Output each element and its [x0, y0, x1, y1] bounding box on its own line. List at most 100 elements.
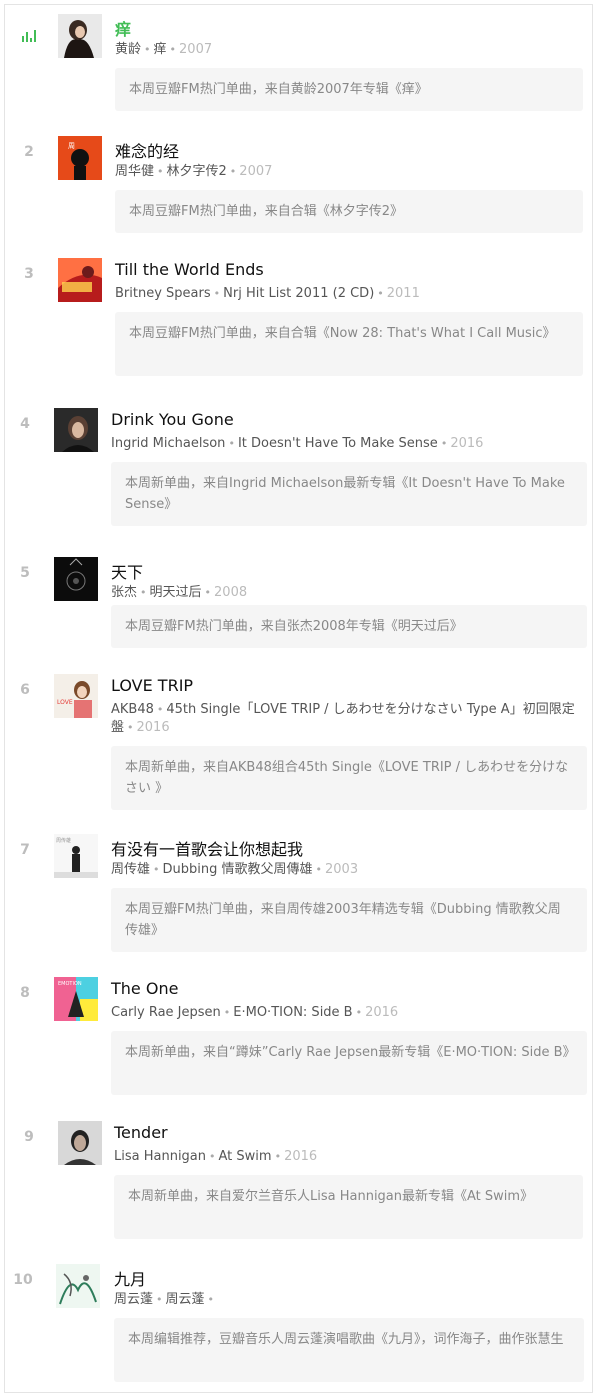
song-meta: 黄龄 • 痒 • 2007: [115, 41, 586, 59]
separator-dot: •: [127, 721, 134, 734]
release-year: 2007: [179, 42, 213, 57]
song-meta: Carly Rae Jepsen • E·MO·TION: Side B • 2016: [111, 1004, 586, 1022]
song-meta: 周云蓬 • 周云蓬 •: [114, 1291, 586, 1309]
separator-dot: •: [153, 863, 160, 876]
release-year: 2016: [136, 720, 170, 735]
recommendation-note: 本周豆瓣FM热门单曲，来自黄龄2007年专辑《痒》: [115, 68, 583, 111]
release-year: 2016: [284, 1149, 318, 1164]
rank-number: 5: [20, 565, 30, 581]
album-link[interactable]: 45th Single「LOVE TRIP / しあわせを分けなさい Type …: [111, 702, 575, 735]
separator-dot: •: [440, 437, 448, 450]
rank-number: 8: [20, 985, 30, 1001]
song-title[interactable]: Tender: [114, 1123, 168, 1142]
album-cover-icon[interactable]: [58, 14, 102, 58]
separator-dot: •: [377, 287, 384, 300]
album-link[interactable]: Dubbing 情歌教父周傳雄: [163, 862, 313, 877]
song-meta: Lisa Hannigan • At Swim • 2016: [114, 1148, 586, 1166]
separator-dot: •: [157, 165, 164, 178]
separator-dot: •: [156, 703, 164, 716]
separator-dot: •: [207, 1293, 215, 1306]
song-title[interactable]: Drink You Gone: [111, 410, 234, 429]
album-link[interactable]: 周云蓬: [166, 1292, 205, 1307]
song-title[interactable]: The One: [111, 979, 178, 998]
song-meta: 张杰 • 明天过后 • 2008: [111, 584, 586, 602]
separator-dot: •: [223, 1006, 231, 1019]
svg-text:LOVE: LOVE: [57, 699, 73, 706]
artist-link[interactable]: 黄龄: [115, 42, 141, 57]
recommendation-note: 本周豆瓣FM热门单曲，来自周传雄2003年精选专辑《Dubbing 情歌教父周传…: [111, 888, 587, 952]
song-title[interactable]: 天下: [111, 559, 143, 583]
rank-number: 6: [20, 682, 30, 698]
album-cover-icon[interactable]: 周传雄: [54, 834, 98, 878]
album-cover-icon[interactable]: [56, 1264, 100, 1308]
album-cover-icon[interactable]: [58, 258, 102, 302]
rank-number: 7: [20, 842, 30, 858]
separator-dot: •: [169, 43, 177, 56]
separator-dot: •: [274, 1150, 282, 1163]
release-year: 2007: [239, 164, 273, 179]
recommendation-note: 本周编辑推荐，豆瓣音乐人周云蓬演唱歌曲《九月》，词作海子，曲作张慧生: [114, 1318, 584, 1382]
artist-link[interactable]: AKB48: [111, 702, 154, 717]
recommendation-note: 本周豆瓣FM热门单曲，来自张杰2008年专辑《明天过后》: [111, 605, 587, 648]
song-title[interactable]: Till the World Ends: [115, 260, 264, 279]
release-year: 2016: [450, 436, 484, 451]
song-title[interactable]: 有没有一首歌会让你想起我: [111, 836, 303, 860]
album-cover-icon[interactable]: [58, 1121, 102, 1165]
rank-number: 10: [13, 1272, 33, 1288]
artist-link[interactable]: Lisa Hannigan: [114, 1149, 206, 1164]
song-meta: AKB48 • 45th Single「LOVE TRIP / しあわせを分けなさい…: [111, 701, 586, 737]
separator-dot: •: [228, 437, 235, 450]
separator-dot: •: [156, 1293, 163, 1306]
recommendation-note: 本周豆瓣FM热门单曲，来自合辑《Now 28: That's What I Ca…: [115, 312, 583, 376]
equalizer-bars-icon: [22, 30, 36, 42]
artist-link[interactable]: 周传雄: [111, 862, 150, 877]
svg-text:EMOTION: EMOTION: [58, 981, 82, 987]
separator-dot: •: [204, 586, 212, 599]
separator-dot: •: [315, 863, 323, 876]
album-link[interactable]: It Doesn't Have To Make Sense: [238, 436, 438, 451]
recommendation-note: 本周豆瓣FM热门单曲，来自合辑《林夕字传2》: [115, 190, 583, 233]
album-cover-icon[interactable]: [54, 408, 98, 452]
recommendation-note: 本周新单曲，来自爱尔兰音乐人Lisa Hannigan最新专辑《At Swim》: [114, 1175, 583, 1239]
artist-link[interactable]: Carly Rae Jepsen: [111, 1005, 221, 1020]
artist-link[interactable]: 周华健: [115, 164, 154, 179]
separator-dot: •: [213, 287, 221, 300]
artist-link[interactable]: Ingrid Michaelson: [111, 436, 225, 451]
album-cover-icon[interactable]: [54, 557, 98, 601]
rank-number: 4: [20, 416, 30, 432]
song-title[interactable]: 痒: [115, 16, 131, 40]
separator-dot: •: [140, 586, 147, 599]
release-year: 2008: [214, 585, 248, 600]
separator-dot: •: [209, 1150, 216, 1163]
separator-dot: •: [144, 43, 151, 56]
rank-number: 9: [24, 1129, 34, 1145]
song-title[interactable]: 难念的经: [115, 138, 179, 162]
svg-text:周传雄: 周传雄: [56, 837, 71, 844]
album-cover-icon[interactable]: 周: [58, 136, 102, 180]
recommendation-note: 本周新单曲，来自AKB48组合45th Single《LOVE TRIP / し…: [111, 746, 587, 810]
artist-link[interactable]: 周云蓬: [114, 1292, 153, 1307]
album-link[interactable]: 明天过后: [150, 585, 202, 600]
artist-link[interactable]: 张杰: [111, 585, 137, 600]
rank-number: 3: [24, 266, 34, 282]
artist-link[interactable]: Britney Spears: [115, 286, 211, 301]
album-cover-icon[interactable]: LOVE: [54, 674, 98, 718]
album-link[interactable]: 痒: [154, 42, 167, 57]
song-title[interactable]: 九月: [114, 1266, 146, 1290]
song-meta: 周华健 • 林夕字传2 • 2007: [115, 163, 586, 181]
release-year: 2003: [325, 862, 359, 877]
album-cover-icon[interactable]: EMOTION: [54, 977, 98, 1021]
album-link[interactable]: 林夕字传2: [167, 164, 227, 179]
release-year: 2011: [386, 286, 420, 301]
album-link[interactable]: E·MO·TION: Side B: [233, 1005, 352, 1020]
song-meta: Britney Spears • Nrj Hit List 2011 (2 CD) •…: [115, 285, 586, 303]
album-link[interactable]: At Swim: [219, 1149, 272, 1164]
release-year: 2016: [365, 1005, 399, 1020]
svg-text:周: 周: [68, 142, 75, 150]
song-title[interactable]: LOVE TRIP: [111, 676, 193, 695]
song-meta: 周传雄 • Dubbing 情歌教父周傳雄 • 2003: [111, 861, 586, 879]
recommendation-note: 本周新单曲，来自“蹲妹”Carly Rae Jepsen最新专辑《E·MO·TI…: [111, 1031, 587, 1095]
separator-dot: •: [229, 165, 237, 178]
recommendation-note: 本周新单曲，来自Ingrid Michaelson最新专辑《It Doesn't…: [111, 462, 587, 526]
album-link[interactable]: Nrj Hit List 2011 (2 CD): [223, 286, 374, 301]
